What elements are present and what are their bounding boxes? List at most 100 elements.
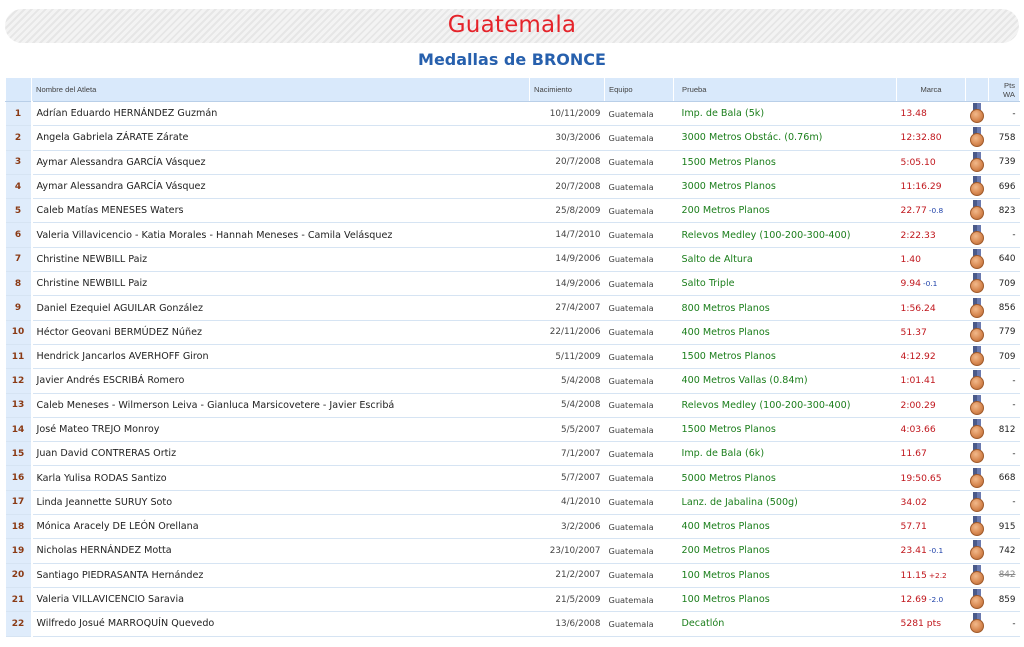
table-row[interactable]: 19 Nicholas HERNÁNDEZ Motta 23/10/2007 Guat… [5, 538, 1020, 564]
bronze-medal-icon [969, 370, 985, 391]
athlete-name-link[interactable]: Adrían Eduardo HERNÁNDEZ Guzmán [31, 101, 530, 127]
table-row[interactable]: 5 Caleb Matías MENESES Waters 25/8/2009 Gua… [5, 198, 1020, 224]
team-name: Guatemala [604, 514, 674, 540]
athlete-name-link[interactable]: José Mateo TREJO Monroy [31, 417, 530, 443]
table-row[interactable]: 13 Caleb Meneses - Wilmerson Leiva - Gian… [5, 393, 1020, 418]
athlete-name-link[interactable]: Christine NEWBILL Paiz [31, 247, 530, 273]
mark-value: 4:12.92 [900, 351, 936, 363]
medal-cell [965, 101, 989, 127]
table-row[interactable]: 2 Angela Gabriela ZÁRATE Zárate 30/3/2006 G… [5, 125, 1020, 151]
table-row[interactable]: 17 Linda Jeannette SURUY Soto 4/1/2010 Guat… [5, 490, 1020, 516]
event-name-link[interactable]: Relevos Medley (100-200-300-400) [673, 222, 897, 248]
team-name: Guatemala [604, 101, 674, 127]
table-row[interactable]: 10 Héctor Geovani BERMÚDEZ Núñez 22/11/200… [5, 320, 1020, 345]
event-name-link[interactable]: 400 Metros Planos [673, 514, 897, 540]
mark-cell: 57.71 [896, 514, 966, 540]
mark-cell: 23.41 -0.1 [896, 538, 966, 564]
table-row[interactable]: 16 Karla Yulisa RODAS Santizo 5/7/2007 Guat… [5, 465, 1020, 491]
mark-cell: 2:22.33 [896, 222, 966, 248]
athlete-name-link[interactable]: Karla Yulisa RODAS Santizo [31, 465, 530, 491]
team-name: Guatemala [604, 198, 674, 224]
athlete-name-link[interactable]: Javier Andrés ESCRIBÁ Romero [31, 368, 530, 394]
col-header-mark[interactable]: Marca [896, 77, 966, 102]
event-name-link[interactable]: 1500 Metros Planos [673, 344, 897, 370]
athlete-name-link[interactable]: Wilfredo Josué MARROQUÍN Quevedo [31, 611, 530, 637]
athlete-name-link[interactable]: Aymar Alessandra GARCÍA Vásquez [31, 150, 530, 175]
col-header-birth[interactable]: Nacimiento [529, 77, 605, 102]
event-name-link[interactable]: Decatlón [673, 611, 897, 637]
row-number: 13 [5, 393, 33, 418]
table-row[interactable]: 3 Aymar Alessandra GARCÍA Vásquez 20/7/200… [5, 150, 1020, 175]
bronze-medal-icon [969, 321, 985, 343]
col-header-team[interactable]: Equipo [604, 77, 674, 102]
row-number: 1 [5, 101, 33, 127]
table-row[interactable]: 4 Aymar Alessandra GARCÍA Vásquez 20/7/200… [5, 174, 1020, 200]
table-row[interactable]: 18 Mónica Aracely DE LEÓN Orellana 3/2/200… [5, 514, 1020, 540]
athlete-name-link[interactable]: Santiago PIEDRASANTA Hernández [31, 563, 530, 588]
medal-cell [965, 417, 989, 443]
birth-date: 22/11/2006 [529, 320, 605, 345]
table-row[interactable]: 21 Valeria VILLAVICENCIO Saravia 21/5/2009… [5, 587, 1020, 613]
row-number: 5 [5, 198, 33, 224]
event-name-link[interactable]: Relevos Medley (100-200-300-400) [673, 393, 897, 418]
table-row[interactable]: 6 Valeria Villavicencio - Katia Morales -… [5, 222, 1020, 248]
athlete-name-link[interactable]: Aymar Alessandra GARCÍA Vásquez [31, 174, 530, 200]
athlete-name-link[interactable]: Angela Gabriela ZÁRATE Zárate [31, 125, 530, 151]
event-name-link[interactable]: Imp. de Bala (6k) [673, 441, 897, 467]
athlete-name-link[interactable]: Valeria Villavicencio - Katia Morales - … [31, 222, 530, 248]
wa-points-value: 709 [998, 351, 1016, 362]
athlete-name-link[interactable]: Hendrick Jancarlos AVERHOFF Giron [31, 344, 530, 370]
medal-cell [965, 295, 989, 321]
event-name-link[interactable]: 200 Metros Planos [673, 198, 897, 224]
mark-value: 19:50.65 [900, 472, 942, 484]
event-name-link[interactable]: 100 Metros Planos [673, 563, 897, 588]
wind-value: +2.2 [928, 570, 947, 580]
wa-points-value: 758 [998, 132, 1016, 143]
table-row[interactable]: 8 Christine NEWBILL Paiz 14/9/2006 Guatemal… [5, 271, 1020, 297]
table-row[interactable]: 11 Hendrick Jancarlos AVERHOFF Giron 5/11/… [5, 344, 1020, 370]
athlete-name-link[interactable]: Daniel Ezequiel AGUILAR González [31, 295, 530, 321]
wa-points-value: 696 [998, 181, 1016, 192]
event-name-link[interactable]: 1500 Metros Planos [673, 417, 897, 443]
event-name-link[interactable]: Imp. de Bala (5k) [673, 101, 897, 127]
event-name-link[interactable]: Salto Triple [673, 271, 897, 297]
event-name-link[interactable]: 100 Metros Planos [673, 587, 897, 613]
table-row[interactable]: 14 José Mateo TREJO Monroy 5/5/2007 Guatema… [5, 417, 1020, 443]
athlete-name-link[interactable]: Caleb Meneses - Wilmerson Leiva - Gianlu… [31, 393, 530, 418]
wa-points: - [988, 611, 1020, 637]
athlete-name-link[interactable]: Valeria VILLAVICENCIO Saravia [31, 587, 530, 613]
col-header-event[interactable]: Prueba [673, 77, 897, 102]
athlete-name-link[interactable]: Linda Jeannette SURUY Soto [31, 490, 530, 516]
athlete-name-link[interactable]: Christine NEWBILL Paiz [31, 271, 530, 297]
event-name-link[interactable]: Salto de Altura [673, 247, 897, 273]
table-row[interactable]: 12 Javier Andrés ESCRIBÁ Romero 5/4/2008 Gu… [5, 368, 1020, 394]
athlete-name-link[interactable]: Juan David CONTRERAS Ortiz [31, 441, 530, 467]
athlete-name-link[interactable]: Nicholas HERNÁNDEZ Motta [31, 538, 530, 564]
col-header-pts[interactable]: Pts WA [988, 77, 1020, 102]
mark-value: 11.15 [900, 569, 927, 581]
bronze-medal-icon [969, 346, 985, 367]
event-name-link[interactable]: 3000 Metros Obstác. (0.76m) [673, 125, 897, 151]
mark-cell: 11:16.29 [896, 174, 966, 200]
athlete-name-link[interactable]: Caleb Matías MENESES Waters [31, 198, 530, 224]
table-row[interactable]: 9 Daniel Ezequiel AGUILAR González 27/4/20… [5, 295, 1020, 321]
event-name-link[interactable]: 200 Metros Planos [673, 538, 897, 564]
mark-cell: 34.02 [896, 490, 966, 516]
event-name-link[interactable]: 800 Metros Planos [673, 295, 897, 321]
event-name-link[interactable]: 5000 Metros Planos [673, 465, 897, 491]
athlete-name-link[interactable]: Mónica Aracely DE LEÓN Orellana [31, 514, 530, 540]
col-header-name[interactable]: Nombre del Atleta [31, 77, 530, 102]
table-row[interactable]: 20 Santiago PIEDRASANTA Hernández 21/2/200… [5, 563, 1020, 588]
table-row[interactable]: 15 Juan David CONTRERAS Ortiz 7/1/2007 Guat… [5, 441, 1020, 467]
event-name-link[interactable]: 400 Metros Vallas (0.84m) [673, 368, 897, 394]
athlete-name-link[interactable]: Héctor Geovani BERMÚDEZ Núñez [31, 320, 530, 345]
event-name-link[interactable]: 400 Metros Planos [673, 320, 897, 345]
table-row[interactable]: 22 Wilfredo Josué MARROQUÍN Quevedo 13/6/2… [5, 611, 1020, 637]
team-name: Guatemala [604, 150, 674, 175]
event-name-link[interactable]: Lanz. de Jabalina (500g) [673, 490, 897, 516]
birth-date: 5/7/2007 [529, 465, 605, 491]
table-row[interactable]: 7 Christine NEWBILL Paiz 14/9/2006 Guatemal… [5, 247, 1020, 273]
table-row[interactable]: 1 Adrían Eduardo HERNÁNDEZ Guzmán 10/11/20… [5, 101, 1020, 127]
event-name-link[interactable]: 3000 Metros Planos [673, 174, 897, 200]
event-name-link[interactable]: 1500 Metros Planos [673, 150, 897, 175]
